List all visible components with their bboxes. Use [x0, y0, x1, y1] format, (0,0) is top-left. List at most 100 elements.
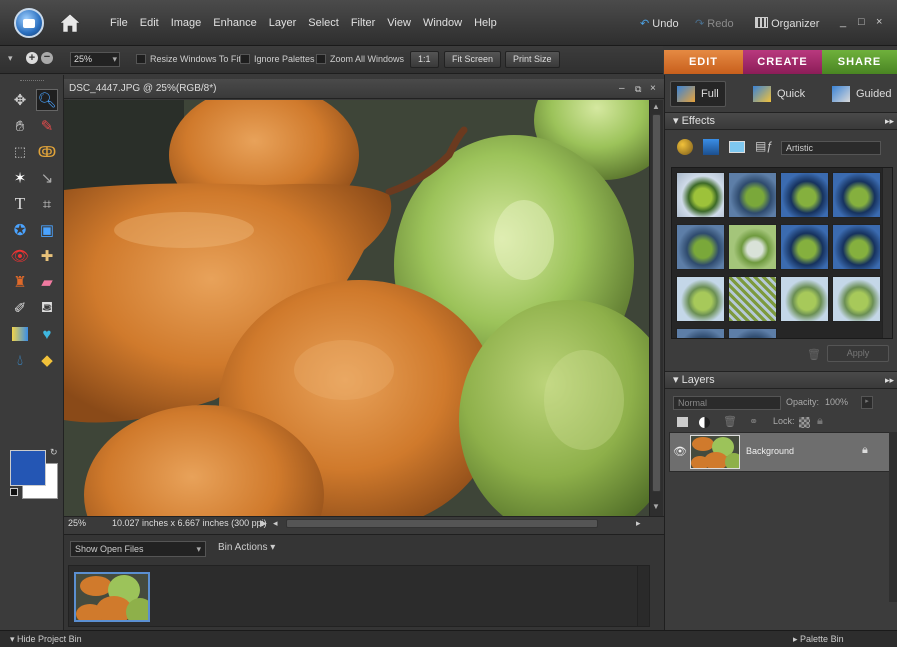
effect-thumbnail[interactable]: [676, 172, 725, 218]
bin-scrollbar[interactable]: [637, 566, 649, 626]
photo-effects-icon[interactable]: [729, 141, 745, 153]
layers-scrollbar[interactable]: [889, 432, 897, 602]
layer-styles-icon[interactable]: [703, 139, 719, 155]
zoom-level-select[interactable]: 25%: [70, 52, 120, 67]
magic-wand-tool-icon[interactable]: ✶: [9, 167, 31, 189]
effect-thumbnail[interactable]: [728, 276, 777, 322]
undo-button[interactable]: ↶ Undo: [640, 17, 679, 30]
minimize-button[interactable]: _: [840, 16, 846, 28]
marquee-tool-icon[interactable]: ⬚: [9, 141, 31, 163]
foreground-color-swatch[interactable]: [10, 450, 46, 486]
lock-transparent-icon[interactable]: [799, 417, 810, 428]
filters-icon[interactable]: [677, 139, 693, 155]
horizontal-scrollbar[interactable]: [286, 519, 598, 528]
menu-filter[interactable]: Filter: [345, 17, 381, 29]
eraser-tool-icon[interactable]: ▰: [36, 271, 58, 293]
menu-select[interactable]: Select: [302, 17, 345, 29]
menu-image[interactable]: Image: [165, 17, 208, 29]
effect-thumbnail[interactable]: [676, 276, 725, 322]
hscroll-left-icon[interactable]: ◂: [273, 517, 278, 530]
tab-create[interactable]: CREATE: [743, 50, 822, 74]
quick-selection-tool-icon[interactable]: ↘: [36, 167, 58, 189]
menu-edit[interactable]: Edit: [134, 17, 165, 29]
effect-thumbnail[interactable]: [728, 328, 777, 338]
open-file-thumbnail[interactable]: [74, 572, 150, 622]
zoom-all-windows-checkbox[interactable]: Zoom All Windows: [316, 54, 404, 64]
palette-bin-button[interactable]: ▸ Palette Bin: [793, 631, 844, 647]
options-menu-icon[interactable]: ▾: [8, 53, 13, 64]
ignore-palettes-checkbox[interactable]: Ignore Palettes: [240, 54, 315, 64]
sponge-tool-icon[interactable]: ◆: [36, 349, 58, 371]
redo-button[interactable]: ↷ Redo: [695, 17, 734, 30]
menu-window[interactable]: Window: [417, 17, 468, 29]
type-tool-icon[interactable]: T: [9, 193, 31, 215]
shape-tool-icon[interactable]: ♥: [36, 323, 58, 345]
organizer-button[interactable]: Organizer: [755, 17, 819, 30]
show-all-effects-icon[interactable]: ▤ƒ: [755, 139, 773, 153]
effect-thumbnail[interactable]: [832, 172, 881, 218]
layers-panel-menu-icon[interactable]: ▸▸: [885, 372, 894, 389]
clone-stamp-tool-icon[interactable]: ♜: [9, 271, 31, 293]
menu-file[interactable]: File: [104, 17, 134, 29]
lock-all-icon[interactable]: 🔒︎: [817, 415, 823, 428]
adjustment-layer-icon[interactable]: [699, 417, 710, 428]
close-button[interactable]: ×: [876, 16, 882, 28]
vertical-scrollbar[interactable]: ▲ ▼: [649, 100, 663, 516]
menu-help[interactable]: Help: [468, 17, 503, 29]
tab-share[interactable]: SHARE: [822, 50, 897, 74]
effects-panel-header[interactable]: ▾ Effects ▸▸: [665, 112, 897, 130]
cookie-cutter-tool-icon[interactable]: ✪: [9, 219, 31, 241]
lasso-tool-icon[interactable]: ↂ: [36, 141, 58, 163]
doc-restore-button[interactable]: ⧉: [635, 79, 641, 99]
effects-apply-button[interactable]: Apply: [827, 345, 889, 362]
menu-layer[interactable]: Layer: [263, 17, 303, 29]
layer-visibility-eye-icon[interactable]: 👁︎: [673, 445, 687, 458]
gradient-tool-icon[interactable]: [9, 323, 31, 345]
hand-tool-icon[interactable]: ✋︎: [9, 115, 31, 137]
new-layer-icon[interactable]: [677, 417, 688, 427]
opacity-dropdown-icon[interactable]: ▸: [861, 396, 873, 409]
brush-tool-icon[interactable]: ✐: [9, 297, 31, 319]
trash-icon[interactable]: 🗑︎: [807, 348, 821, 361]
fit-screen-button[interactable]: Fit Screen: [444, 51, 502, 68]
hscroll-right-icon[interactable]: ▸: [636, 517, 641, 530]
zoom-in-icon[interactable]: +: [26, 52, 38, 64]
swap-colors-icon[interactable]: ↻: [50, 447, 58, 458]
scroll-thumb[interactable]: [652, 114, 661, 492]
effect-thumbnail[interactable]: [728, 224, 777, 270]
scroll-down-icon[interactable]: ▼: [652, 502, 660, 511]
zoom-out-icon[interactable]: −: [41, 52, 53, 64]
scroll-up-icon[interactable]: ▲: [652, 102, 660, 111]
blend-mode-select[interactable]: Normal: [673, 396, 781, 410]
effect-thumbnail[interactable]: [780, 224, 829, 270]
print-size-button[interactable]: Print Size: [505, 51, 560, 68]
bin-actions-menu[interactable]: Bin Actions ▾: [218, 542, 275, 553]
effect-thumbnail[interactable]: [832, 224, 881, 270]
layers-panel-header[interactable]: ▾ Layers ▸▸: [665, 371, 897, 389]
effects-scrollbar[interactable]: [882, 168, 892, 338]
doc-close-button[interactable]: ×: [650, 79, 656, 99]
red-eye-tool-icon[interactable]: 👁︎: [9, 245, 31, 267]
doc-minimize-button[interactable]: –: [619, 79, 625, 99]
layer-row-background[interactable]: 👁︎ Background 🔒︎: [669, 432, 893, 472]
show-files-select[interactable]: Show Open Files: [70, 541, 206, 557]
document-title-bar[interactable]: DSC_4447.JPG @ 25%(RGB/8*) – ⧉ ×: [64, 79, 664, 99]
healing-brush-tool-icon[interactable]: ✚: [36, 245, 58, 267]
tab-full-edit[interactable]: Full: [670, 81, 726, 107]
opacity-value[interactable]: 100%: [825, 397, 848, 407]
paint-bucket-tool-icon[interactable]: ⛾: [36, 297, 58, 319]
document-canvas[interactable]: [64, 100, 649, 516]
menu-enhance[interactable]: Enhance: [207, 17, 262, 29]
effect-thumbnail[interactable]: [780, 276, 829, 322]
crop-tool-icon[interactable]: ⌗: [36, 193, 58, 215]
eyedropper-tool-icon[interactable]: ✎: [36, 115, 58, 137]
blur-tool-icon[interactable]: 💧︎: [9, 349, 31, 371]
effect-thumbnail[interactable]: [832, 276, 881, 322]
effects-category-select[interactable]: Artistic: [781, 141, 881, 155]
actual-pixels-button[interactable]: 1:1: [410, 51, 439, 68]
tab-guided-edit[interactable]: Guided: [826, 81, 897, 107]
delete-layer-icon[interactable]: 🗑︎: [723, 415, 737, 428]
hide-project-bin-button[interactable]: ▾ Hide Project Bin: [10, 631, 82, 647]
zoom-tool-icon[interactable]: 🔍︎: [36, 89, 58, 111]
menu-view[interactable]: View: [381, 17, 417, 29]
